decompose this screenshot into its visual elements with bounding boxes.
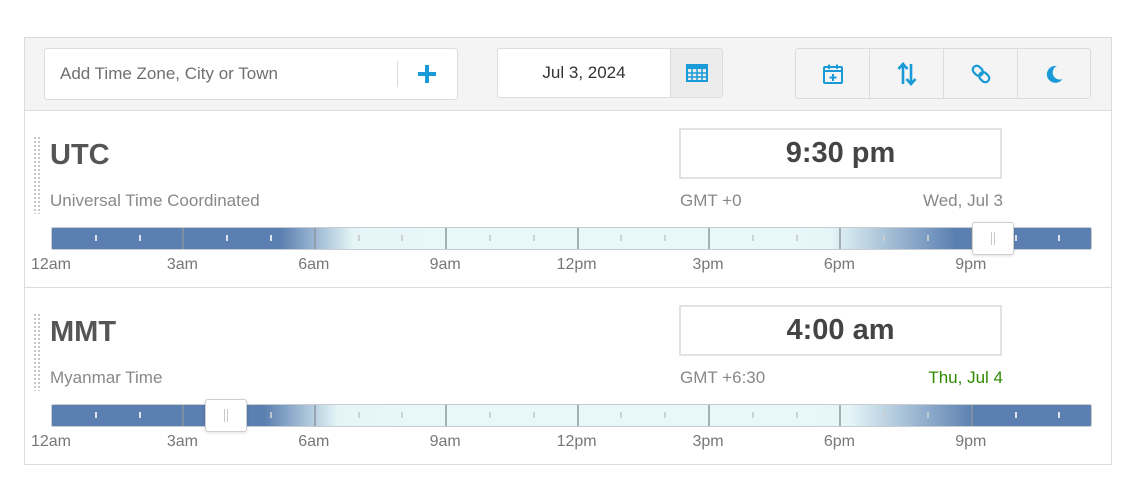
timezone-name: Universal Time Coordinated xyxy=(50,191,260,210)
timeline-tick xyxy=(401,235,404,241)
sort-button[interactable] xyxy=(870,49,944,98)
calendar-grid-icon xyxy=(685,64,708,82)
hour-label: 9pm xyxy=(955,256,987,273)
timezone-name: Myanmar Time xyxy=(50,368,163,387)
timezone-code: MMT xyxy=(50,316,117,348)
date-picker: Jul 3, 2024 xyxy=(497,48,723,98)
timeline-tick xyxy=(532,235,535,241)
hour-label: 12pm xyxy=(556,256,597,273)
timeline-tick xyxy=(1014,412,1017,418)
hour-label: 3am xyxy=(166,433,198,450)
action-buttons xyxy=(795,48,1091,99)
timeline-tick xyxy=(138,412,141,418)
slider-handle[interactable] xyxy=(971,222,1014,255)
timeline-slider[interactable] xyxy=(51,227,1092,250)
grip-icon xyxy=(990,232,995,245)
timeline-tick xyxy=(489,412,491,418)
plus-icon xyxy=(418,65,436,83)
date-field[interactable]: Jul 3, 2024 xyxy=(498,49,670,97)
time-display[interactable]: 9:30 pm xyxy=(679,128,1002,179)
timeline-tick xyxy=(795,235,798,241)
hour-label: 12am xyxy=(30,256,72,273)
timeline-tick xyxy=(664,412,667,418)
timeline-tick xyxy=(751,235,754,241)
timeline-tick xyxy=(94,412,97,418)
time-display[interactable]: 4:00 am xyxy=(679,305,1002,356)
timeline-tick xyxy=(664,235,667,241)
timeline-tick xyxy=(927,235,929,241)
search-divider xyxy=(397,61,398,87)
timeline-tick xyxy=(313,228,316,249)
timeline-tick xyxy=(839,405,842,426)
timeline-tick xyxy=(751,412,754,418)
hour-label: 12pm xyxy=(556,433,597,450)
timeline-tick xyxy=(620,235,623,241)
hour-label: 12am xyxy=(30,433,72,450)
hour-label: 3am xyxy=(166,256,198,273)
timeline-tick xyxy=(313,405,316,426)
timeline-tick xyxy=(445,405,448,426)
hour-label: 6pm xyxy=(823,256,855,273)
timeline-tick xyxy=(708,228,710,249)
gmt-offset: GMT +6:30 xyxy=(680,368,766,387)
hour-label: 3pm xyxy=(692,433,724,450)
hour-label: 3pm xyxy=(692,256,724,273)
timezone-converter: Jul 3, 2024 xyxy=(24,37,1112,465)
timezone-row: MMT Myanmar Time 4:00 am GMT +6:30 Thu, … xyxy=(25,288,1111,465)
day-date: Thu, Jul 4 xyxy=(928,368,1003,387)
timeline-tick xyxy=(1058,412,1061,418)
drag-handle[interactable] xyxy=(33,313,41,391)
hour-label: 6am xyxy=(298,433,330,450)
timeline-tick xyxy=(94,235,97,241)
timeline-tick xyxy=(138,235,141,241)
timeline-tick xyxy=(883,412,886,418)
day-date: Wed, Jul 3 xyxy=(922,191,1003,210)
timeline-tick xyxy=(182,228,185,249)
drag-handle[interactable] xyxy=(33,136,41,214)
timeline-tick xyxy=(1058,235,1061,241)
toolbar: Jul 3, 2024 xyxy=(25,38,1111,111)
add-event-button[interactable] xyxy=(796,49,870,98)
add-timezone-button[interactable] xyxy=(407,57,447,91)
timeline-tick xyxy=(357,412,360,418)
timeline-tick xyxy=(927,412,929,418)
search-box xyxy=(44,48,458,100)
timezone-row: UTC Universal Time Coordinated 9:30 pm G… xyxy=(25,111,1111,288)
timeline-tick xyxy=(795,412,798,418)
hour-label: 6pm xyxy=(823,433,855,450)
slider-handle[interactable] xyxy=(205,399,248,432)
grip-icon xyxy=(224,409,229,422)
timeline-tick xyxy=(401,412,404,418)
search-input[interactable] xyxy=(45,49,397,99)
timezone-code: UTC xyxy=(50,139,110,171)
hour-label: 6am xyxy=(298,256,330,273)
calendar-button[interactable] xyxy=(670,49,722,97)
timeline-tick xyxy=(620,412,623,418)
crescent-moon-icon xyxy=(1046,65,1063,83)
timeline-tick xyxy=(532,412,535,418)
timeline-tick xyxy=(270,412,272,418)
chain-link-icon xyxy=(971,64,990,83)
hour-label: 9am xyxy=(429,256,461,273)
timeline-tick xyxy=(445,228,448,249)
dark-mode-button[interactable] xyxy=(1018,49,1090,98)
hour-label: 9am xyxy=(429,433,461,450)
timeline-tick xyxy=(883,235,886,241)
timeline-tick xyxy=(970,405,973,426)
timeline-tick xyxy=(1014,235,1017,241)
timeline-tick xyxy=(489,235,491,241)
link-button[interactable] xyxy=(944,49,1018,98)
up-down-arrows-icon xyxy=(897,61,916,86)
hour-label: 9pm xyxy=(955,433,987,450)
timeline-tick xyxy=(270,235,272,241)
timeline-tick xyxy=(357,235,360,241)
timeline-tick xyxy=(182,405,185,426)
timeline-tick xyxy=(708,405,710,426)
calendar-plus-icon xyxy=(822,64,843,84)
gmt-offset: GMT +0 xyxy=(680,191,742,210)
timeline-tick xyxy=(839,228,842,249)
timeline-tick xyxy=(576,405,579,426)
timeline-tick xyxy=(226,235,229,241)
timeline-tick xyxy=(576,228,579,249)
